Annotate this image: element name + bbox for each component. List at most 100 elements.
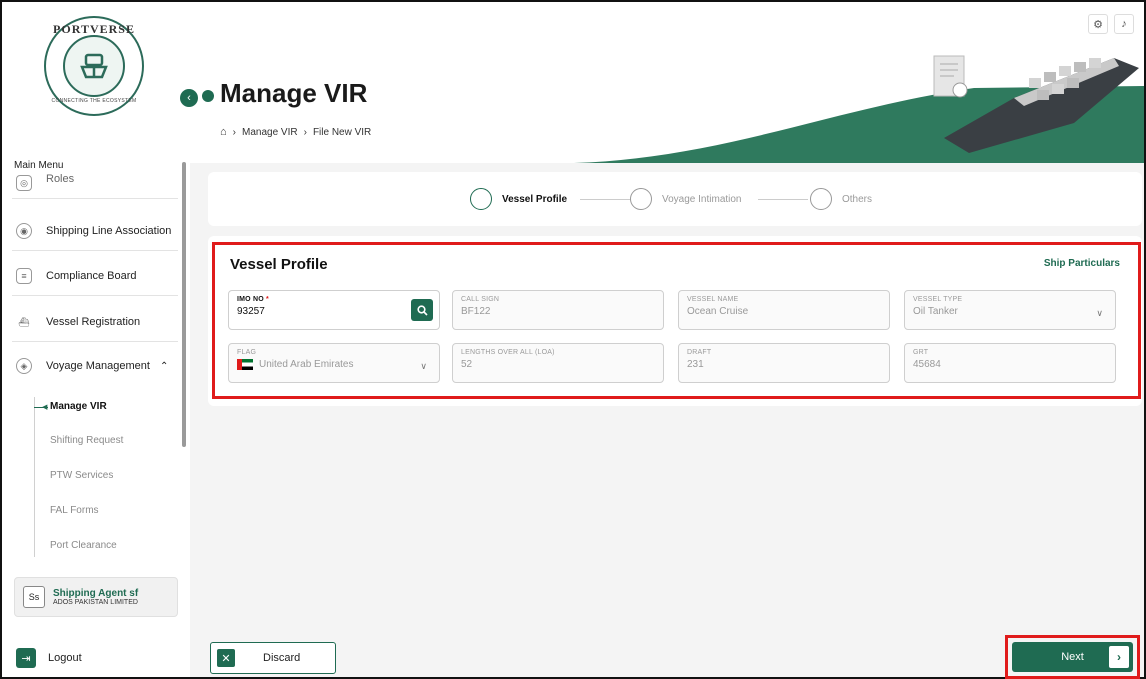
user-profile-card[interactable]: Ss Shipping Agent sf ADOS PAKISTAN LIMIT… <box>14 577 178 617</box>
step-circle <box>630 188 652 210</box>
breadcrumb-item-current: File New VIR <box>312 126 372 138</box>
sidebar-item-compliance-board[interactable]: ≡ Compliance Board <box>12 262 180 290</box>
field-value: 52 <box>461 359 473 370</box>
sidebar-scrollbar[interactable] <box>182 162 186 447</box>
imo-number-field[interactable]: IMO NO * 93257 <box>228 290 440 330</box>
step-circle <box>810 188 832 210</box>
section-title: Vessel Profile <box>230 256 328 273</box>
step-connector <box>758 199 808 200</box>
menu-divider <box>12 341 178 342</box>
grt-field: GRT 45684 <box>904 343 1116 383</box>
arrow-left-icon: ◀ <box>42 404 48 411</box>
field-label: CALL SIGN <box>461 296 500 303</box>
user-name: Shipping Agent sf <box>53 588 139 599</box>
logo-text-bottom: CONNECTING THE ECOSYSTEM <box>51 98 137 104</box>
submenu-item-ptw-services[interactable]: PTW Services <box>50 470 113 481</box>
menu-divider <box>12 198 178 199</box>
menu-divider <box>12 250 178 251</box>
chevron-right-icon: › <box>303 126 307 138</box>
field-value: United Arab Emirates <box>237 359 431 370</box>
sidebar-item-shipping-line-association[interactable]: ◉ Shipping Line Association <box>12 217 180 245</box>
discard-button[interactable]: ✕ Discard <box>210 642 336 674</box>
top-bar: ⚙ ♪ <box>190 2 1144 48</box>
step-connector <box>580 199 630 200</box>
sidebar-item-label: Shipping Line Association <box>46 225 172 237</box>
submenu-item-shifting-request[interactable]: Shifting Request <box>50 435 123 446</box>
document-icon: ≡ <box>16 268 32 284</box>
sidebar-item-voyage-management[interactable]: ◈ Voyage Management ⌃ <box>12 352 180 380</box>
chevron-right-icon: › <box>232 126 236 138</box>
breadcrumb-item[interactable]: Manage VIR <box>242 127 298 138</box>
sidebar-collapse-button[interactable]: ‹ <box>180 89 198 107</box>
submenu-item-fal-forms[interactable]: FAL Forms <box>50 505 99 516</box>
field-value: Ocean Cruise <box>687 306 749 317</box>
step-voyage-intimation[interactable]: Voyage Intimation <box>630 188 742 210</box>
sidebar-item-label: Voyage Management <box>46 360 150 372</box>
call-sign-field: CALL SIGN BF122 <box>452 290 664 330</box>
location-pin-icon: ◈ <box>16 358 32 374</box>
home-icon[interactable]: ⌂ <box>220 126 227 138</box>
cargo-ship-illustration <box>574 55 1144 163</box>
field-value: 45684 <box>913 359 941 370</box>
field-label: IMO NO * <box>237 296 269 303</box>
avatar: Ss <box>23 586 45 608</box>
step-others[interactable]: Others <box>810 188 872 210</box>
flag-select[interactable]: FLAG United Arab Emirates ∨ <box>228 343 440 383</box>
loa-field: LENGTHS OVER ALL (LOA) 52 <box>452 343 664 383</box>
field-label: DRAFT <box>687 349 712 356</box>
form-stepper: Vessel Profile Voyage Intimation Others <box>208 172 1142 226</box>
main-menu-label: Main Menu <box>14 160 64 171</box>
sidebar: PORTVERSE CONNECTING THE ECOSYSTEM Main … <box>2 2 186 677</box>
header-indicator-dot <box>202 90 214 102</box>
next-button[interactable]: Next › <box>1012 642 1133 672</box>
sidebar-item-label: Roles <box>46 174 75 185</box>
submenu-guide-line <box>34 397 35 557</box>
step-label: Vessel Profile <box>502 193 568 205</box>
field-label: VESSEL TYPE <box>913 296 963 303</box>
portverse-logo: PORTVERSE CONNECTING THE ECOSYSTEM <box>44 16 144 116</box>
field-value[interactable]: 93257 <box>237 306 431 317</box>
step-vessel-profile[interactable]: Vessel Profile <box>470 188 567 210</box>
step-label: Voyage Intimation <box>662 193 742 205</box>
field-label: GRT <box>913 349 929 356</box>
main-content: ⚙ ♪ Manage VIR ⌂ › Manage VIR › File New… <box>190 2 1144 679</box>
ship-particulars-link[interactable]: Ship Particulars <box>1044 258 1120 269</box>
user-organization: ADOS PAKISTAN LIMITED <box>53 599 138 606</box>
logout-label: Logout <box>48 652 82 664</box>
logout-button[interactable]: ⇥ Logout <box>16 648 82 668</box>
notification-bell-icon[interactable]: ♪ <box>1114 14 1134 34</box>
step-circle <box>470 188 492 210</box>
breadcrumb: ⌂ › Manage VIR › File New VIR <box>220 126 377 138</box>
vessel-name-field: VESSEL NAME Ocean Cruise <box>678 290 890 330</box>
field-value: BF122 <box>461 306 491 317</box>
chevron-up-icon: ⌃ <box>159 360 169 372</box>
submenu-item-manage-vir[interactable]: Manage VIR <box>50 401 107 412</box>
sidebar-item-label: Vessel Registration <box>46 316 141 328</box>
draft-field: DRAFT 231 <box>678 343 890 383</box>
chevron-right-icon: › <box>1109 646 1129 668</box>
ship-icon: ⛴ <box>18 316 30 327</box>
step-label: Others <box>842 193 873 205</box>
logout-icon: ⇥ <box>16 648 36 668</box>
page-header: Manage VIR ⌂ › Manage VIR › File New VIR <box>190 48 1144 163</box>
search-button[interactable] <box>411 299 433 321</box>
field-value: Oil Tanker <box>913 306 958 317</box>
submenu-item-port-clearance[interactable]: Port Clearance <box>50 540 117 551</box>
chevron-down-icon: ∨ <box>1096 308 1103 318</box>
vessel-type-select[interactable]: VESSEL TYPE Oil Tanker ∨ <box>904 290 1116 330</box>
close-icon: ✕ <box>217 649 235 667</box>
association-icon: ◉ <box>16 223 32 239</box>
vessel-profile-card: Vessel Profile Ship Particulars IMO NO *… <box>208 236 1142 406</box>
next-label: Next <box>1061 651 1084 663</box>
field-label: LENGTHS OVER ALL (LOA) <box>461 349 555 356</box>
field-value: 231 <box>687 359 704 370</box>
sidebar-item-vessel-registration[interactable]: ⛴ Vessel Registration <box>12 308 180 336</box>
ship-logo-icon <box>63 35 125 97</box>
logo-text-top: PORTVERSE <box>53 22 135 36</box>
field-label: VESSEL NAME <box>687 296 739 303</box>
sidebar-item-roles[interactable]: ◎ Roles <box>12 174 180 192</box>
settings-icon[interactable]: ⚙ <box>1088 14 1108 34</box>
next-highlight-annotation: Next › <box>1005 635 1140 679</box>
uae-flag-icon <box>237 359 253 370</box>
menu-divider <box>12 295 178 296</box>
